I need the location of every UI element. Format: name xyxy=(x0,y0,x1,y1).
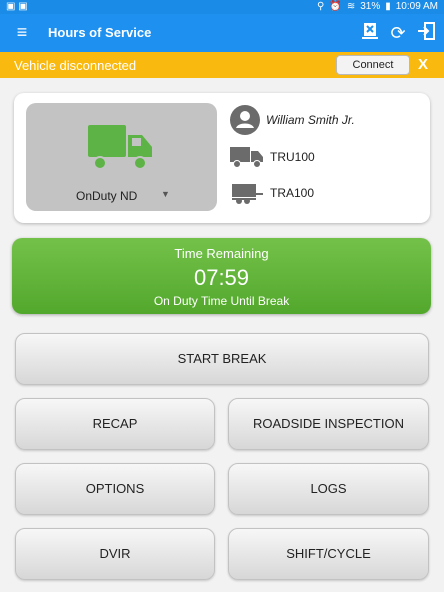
shift-cycle-button[interactable]: SHIFT/CYCLE xyxy=(228,528,429,580)
truck-icon xyxy=(88,125,152,170)
time-remaining-value: 07:59 xyxy=(193,265,250,290)
alert-message: Vehicle disconnected xyxy=(14,58,137,73)
vehicle-alert-bar: Vehicle disconnected Connect X xyxy=(0,52,444,78)
duty-status-label: OnDuty ND xyxy=(76,189,138,203)
dvir-button[interactable]: DVIR xyxy=(15,528,215,580)
notification-icons: ▣ ▣ xyxy=(6,1,28,12)
trailer-id: TRA100 xyxy=(270,186,315,200)
battery-icon: ▮ xyxy=(385,1,391,12)
vehicle-info-card: OnDuty ND ▼ William Smith Jr. TRU100 TRA… xyxy=(14,93,430,223)
duty-status-selector[interactable]: OnDuty ND ▼ xyxy=(26,103,217,211)
options-button[interactable]: OPTIONS xyxy=(15,463,215,515)
chevron-down-icon: ▼ xyxy=(161,189,170,199)
close-alert-button[interactable]: X xyxy=(418,56,428,73)
wifi-icon: ≋ xyxy=(346,1,356,12)
menu-icon[interactable]: ≡ xyxy=(12,22,32,42)
trailer-row: TRA100 xyxy=(230,181,314,205)
person-icon xyxy=(230,105,260,135)
connect-button[interactable]: Connect xyxy=(336,55,410,75)
system-status-right: ⚲ ⏰ ≋ 31% ▮ 10:09 AM xyxy=(317,1,438,12)
logs-button[interactable]: LOGS xyxy=(228,463,429,515)
roadside-inspection-button[interactable]: ROADSIDE INSPECTION xyxy=(228,398,429,450)
trailer-icon xyxy=(232,184,263,204)
time-remaining-subtitle: On Duty Time Until Break xyxy=(153,294,290,308)
location-icon: ⚲ xyxy=(317,1,325,12)
truck-icon xyxy=(230,147,263,168)
time-remaining-title: Time Remaining xyxy=(174,246,269,261)
time-remaining-panel: Time Remaining 07:59 On Duty Time Until … xyxy=(12,238,431,314)
start-break-button[interactable]: START BREAK xyxy=(15,333,429,385)
battery-percent: 31% xyxy=(360,1,381,12)
clock: 10:09 AM xyxy=(395,1,438,12)
system-status-bar: ▣ ▣ ⚲ ⏰ ≋ 31% ▮ 10:09 AM xyxy=(0,0,444,14)
recap-button[interactable]: RECAP xyxy=(15,398,215,450)
export-icon[interactable] xyxy=(358,21,382,45)
logout-icon[interactable] xyxy=(414,21,438,45)
driver-row: William Smith Jr. xyxy=(230,105,355,135)
truck-row: TRU100 xyxy=(230,145,315,169)
app-bar: ≡ Hours of Service ⟳ xyxy=(0,14,444,52)
page-title: Hours of Service xyxy=(48,25,152,40)
refresh-icon[interactable]: ⟳ xyxy=(386,21,410,45)
truck-id: TRU100 xyxy=(270,150,315,164)
alarm-icon: ⏰ xyxy=(329,1,342,12)
driver-name: William Smith Jr. xyxy=(266,113,355,127)
